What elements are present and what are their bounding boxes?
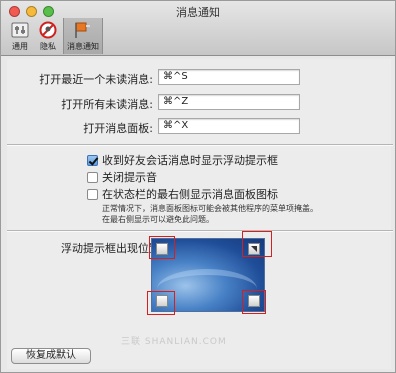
preferences-window: 消息通知 通用 隐私 消息通知 打开最近一个未读消息: ⌘^S 打开所有未读消息… xyxy=(0,0,396,373)
toolbar-tab-privacy[interactable]: 隐私 xyxy=(29,18,67,54)
checkbox-unchecked[interactable] xyxy=(87,171,98,183)
shortcut-label: 打开所有未读消息: xyxy=(61,98,153,111)
shortcut-row-all-unread: 打开所有未读消息: ⌘^Z xyxy=(7,94,391,112)
shortcut-field-latest-unread[interactable]: ⌘^S xyxy=(158,69,300,85)
shortcut-row-latest-unread: 打开最近一个未读消息: ⌘^S xyxy=(7,69,391,87)
switch-icon xyxy=(11,22,29,38)
section-divider xyxy=(7,230,393,232)
toolbar-tab-notifications[interactable]: 消息通知 xyxy=(63,18,103,54)
titlebar: 消息通知 通用 隐私 消息通知 xyxy=(1,1,395,56)
section-divider xyxy=(7,144,393,146)
shortcut-row-message-panel: 打开消息面板: ⌘^X xyxy=(7,118,391,136)
toolbar-tab-label: 消息通知 xyxy=(67,42,99,51)
watermark: 三联 SHANLIAN.COM xyxy=(121,337,227,347)
checkbox-unchecked[interactable] xyxy=(87,188,98,200)
highlight-box-bottom-right xyxy=(242,290,266,314)
notification-flag-icon xyxy=(75,22,90,38)
option-label: 在状态栏的最右侧显示消息面板图标 xyxy=(102,188,278,201)
option-mute-sound[interactable]: 关闭提示音 xyxy=(87,170,157,184)
toolbar-tab-label: 隐私 xyxy=(40,42,56,51)
highlight-box-top-right xyxy=(242,231,272,257)
shortcut-field-message-panel[interactable]: ⌘^X xyxy=(158,118,300,134)
restore-defaults-button[interactable]: 恢复成默认 xyxy=(11,348,91,364)
checkbox-checked[interactable] xyxy=(87,154,98,166)
privacy-icon xyxy=(39,21,57,39)
option-note-line: 正常情况下，消息面板图标可能会被其他程序的菜单项掩盖。 xyxy=(102,204,318,213)
option-label: 关闭提示音 xyxy=(102,171,157,184)
highlight-box-top-left xyxy=(149,236,175,259)
highlight-box-bottom-left xyxy=(147,291,175,315)
option-note-line: 在最右侧显示可以避免此问题。 xyxy=(102,215,214,224)
shortcut-label: 打开最近一个未读消息: xyxy=(39,73,153,86)
shortcut-label: 打开消息面板: xyxy=(83,122,153,135)
option-show-floating-popup[interactable]: 收到好友会话消息时显示浮动提示框 xyxy=(87,153,278,167)
shortcut-field-all-unread[interactable]: ⌘^Z xyxy=(158,94,300,110)
option-statusbar-rightmost[interactable]: 在状态栏的最右侧显示消息面板图标 xyxy=(87,187,278,201)
option-label: 收到好友会话消息时显示浮动提示框 xyxy=(102,154,278,167)
